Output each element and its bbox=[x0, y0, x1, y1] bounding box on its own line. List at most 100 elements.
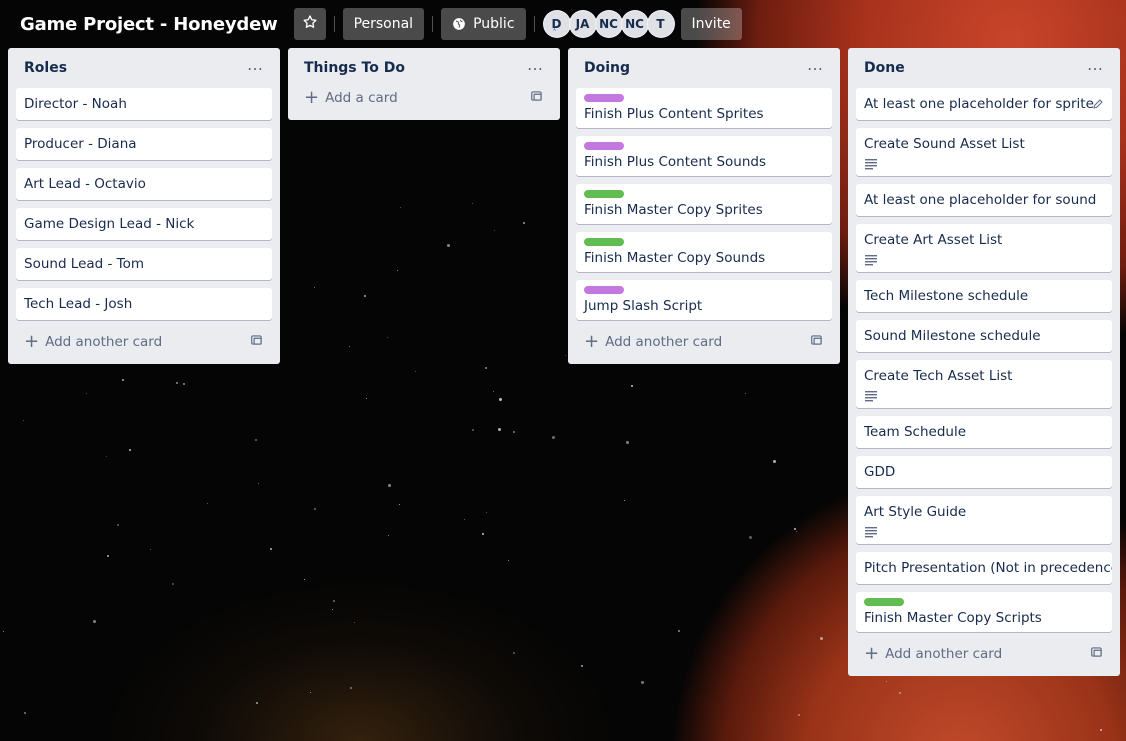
list-header: Things To Do … bbox=[296, 48, 552, 88]
pencil-icon[interactable] bbox=[1092, 96, 1104, 116]
card[interactable]: Finish Plus Content Sprites bbox=[576, 88, 832, 128]
add-card-label: Add another card bbox=[605, 334, 723, 350]
list-title[interactable]: Things To Do bbox=[304, 60, 405, 76]
list-menu-icon[interactable]: … bbox=[527, 57, 544, 76]
card-title: Finish Master Copy Scripts bbox=[864, 610, 1042, 626]
card-label[interactable] bbox=[864, 598, 904, 606]
card-label[interactable] bbox=[584, 190, 624, 198]
card-template-icon[interactable] bbox=[810, 333, 824, 351]
plus-icon: + bbox=[864, 643, 880, 664]
member-avatar[interactable]: D ˄ bbox=[542, 10, 571, 38]
list-title[interactable]: Done bbox=[864, 60, 905, 76]
list-doing: Doing … Finish Plus Content Sprites Finish … bbox=[568, 48, 840, 364]
header-divider bbox=[533, 16, 535, 32]
member-avatar[interactable]: NC bbox=[620, 10, 649, 38]
admin-chevron-icon: ˄ bbox=[552, 28, 557, 37]
member-avatar[interactable]: NC bbox=[594, 10, 623, 38]
add-card-label-group: + Add a card bbox=[304, 89, 398, 107]
card-title: At least one placeholder for sprite bbox=[864, 96, 1094, 112]
card[interactable]: Tech Milestone schedule bbox=[856, 280, 1112, 312]
header-divider bbox=[333, 16, 335, 32]
visibility-label: Public bbox=[473, 16, 515, 32]
add-card-label: Add another card bbox=[885, 646, 1003, 662]
card[interactable]: Create Art Asset List bbox=[856, 224, 1112, 272]
add-card-label-group: + Add another card bbox=[864, 645, 1002, 663]
add-card-button[interactable]: + Add another card bbox=[576, 328, 832, 356]
description-icon bbox=[864, 252, 878, 266]
card-title: At least one placeholder for sound bbox=[864, 192, 1097, 208]
card-label[interactable] bbox=[584, 94, 624, 102]
description-icon bbox=[864, 524, 878, 538]
add-card-label: Add a card bbox=[325, 90, 398, 106]
list-title[interactable]: Doing bbox=[584, 60, 630, 76]
card-template-icon[interactable] bbox=[530, 89, 544, 107]
list-header: Done … bbox=[856, 48, 1112, 88]
card[interactable]: Team Schedule bbox=[856, 416, 1112, 448]
list-menu-icon[interactable]: … bbox=[1087, 57, 1104, 76]
star-icon bbox=[302, 14, 318, 34]
card[interactable]: At least one placeholder for sound bbox=[856, 184, 1112, 216]
card[interactable]: Producer - Diana bbox=[16, 128, 272, 160]
card-title: Director - Noah bbox=[24, 96, 127, 112]
plus-icon: + bbox=[304, 87, 320, 108]
description-icon bbox=[864, 156, 878, 170]
header-divider bbox=[432, 16, 434, 32]
card-title: Finish Master Copy Sounds bbox=[584, 250, 766, 266]
card-template-icon[interactable] bbox=[250, 333, 264, 351]
card-title: Art Style Guide bbox=[864, 504, 967, 520]
globe-icon bbox=[452, 17, 466, 31]
card-title: Pitch Presentation (Not in precedence) bbox=[864, 560, 1112, 576]
plus-icon: + bbox=[584, 331, 600, 352]
card-title: Tech Milestone schedule bbox=[864, 288, 1029, 304]
member-avatar[interactable]: JA bbox=[568, 10, 597, 38]
list-roles: Roles … Director - Noah Producer - Diana Art… bbox=[8, 48, 280, 364]
list-menu-icon[interactable]: … bbox=[247, 57, 264, 76]
card-title: GDD bbox=[864, 464, 896, 480]
board-header: Game Project - Honeydew Personal Public … bbox=[0, 0, 1126, 48]
card[interactable]: Game Design Lead - Nick bbox=[16, 208, 272, 240]
list-title[interactable]: Roles bbox=[24, 60, 67, 76]
list-menu-icon[interactable]: … bbox=[807, 57, 824, 76]
card-title: Finish Master Copy Sprites bbox=[584, 202, 763, 218]
card[interactable]: Jump Slash Script bbox=[576, 280, 832, 320]
invite-button[interactable]: Invite bbox=[680, 8, 742, 40]
list-done: Done … At least one placeholder for sprite… bbox=[848, 48, 1120, 676]
card-title: Art Lead - Octavio bbox=[24, 176, 146, 192]
card[interactable]: Finish Master Copy Scripts bbox=[856, 592, 1112, 632]
card-title: Finish Plus Content Sprites bbox=[584, 106, 764, 122]
card-title: Sound Milestone schedule bbox=[864, 328, 1041, 344]
team-button[interactable]: Personal bbox=[342, 8, 425, 40]
card-title: Jump Slash Script bbox=[584, 298, 703, 314]
plus-icon: + bbox=[24, 331, 40, 352]
card[interactable]: Finish Master Copy Sprites bbox=[576, 184, 832, 224]
add-card-button[interactable]: + Add another card bbox=[856, 640, 1112, 668]
card[interactable]: Sound Milestone schedule bbox=[856, 320, 1112, 352]
card[interactable]: Create Sound Asset List bbox=[856, 128, 1112, 176]
add-card-button[interactable]: + Add a card bbox=[296, 84, 552, 112]
add-card-button[interactable]: + Add another card bbox=[16, 328, 272, 356]
card-title: Tech Lead - Josh bbox=[24, 296, 133, 312]
card[interactable]: Tech Lead - Josh bbox=[16, 288, 272, 320]
member-avatar[interactable]: T bbox=[646, 10, 675, 38]
card[interactable]: Art Style Guide bbox=[856, 496, 1112, 544]
card[interactable]: Finish Plus Content Sounds bbox=[576, 136, 832, 176]
visibility-button[interactable]: Public bbox=[441, 8, 526, 40]
card-label[interactable] bbox=[584, 286, 624, 294]
card[interactable]: Pitch Presentation (Not in precedence) bbox=[856, 552, 1112, 584]
card-template-icon[interactable] bbox=[1090, 645, 1104, 663]
card[interactable]: At least one placeholder for sprite bbox=[856, 88, 1112, 120]
card[interactable]: Sound Lead - Tom bbox=[16, 248, 272, 280]
add-card-label-group: + Add another card bbox=[584, 333, 722, 351]
card[interactable]: Create Tech Asset List bbox=[856, 360, 1112, 408]
card[interactable]: Finish Master Copy Sounds bbox=[576, 232, 832, 272]
card[interactable]: GDD bbox=[856, 456, 1112, 488]
card-label[interactable] bbox=[584, 238, 624, 246]
list-things-to-do: Things To Do … + Add a card bbox=[288, 48, 560, 120]
card-label[interactable] bbox=[584, 142, 624, 150]
star-board-button[interactable] bbox=[293, 8, 326, 40]
add-card-label-group: + Add another card bbox=[24, 333, 162, 351]
card[interactable]: Art Lead - Octavio bbox=[16, 168, 272, 200]
add-card-label: Add another card bbox=[45, 334, 163, 350]
card[interactable]: Director - Noah bbox=[16, 88, 272, 120]
board-title[interactable]: Game Project - Honeydew bbox=[20, 14, 278, 35]
